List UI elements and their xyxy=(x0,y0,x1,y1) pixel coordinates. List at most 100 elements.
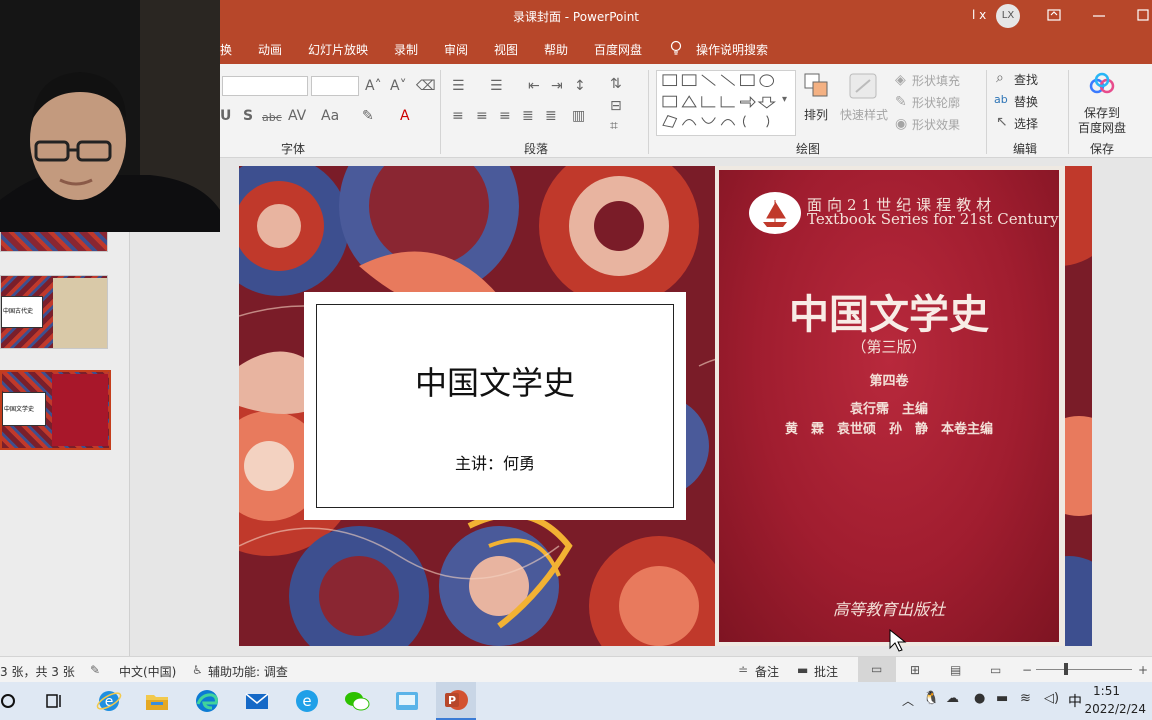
line-spacing-icon[interactable]: ↕ xyxy=(574,78,586,94)
volume-icon[interactable]: ◁) xyxy=(1044,691,1059,706)
quick-styles-icon[interactable] xyxy=(848,72,878,100)
qq-icon[interactable]: 🐧 xyxy=(923,691,939,706)
slide-thumbnail-3[interactable]: 中国文学史 xyxy=(0,370,111,450)
shadow-icon[interactable]: S xyxy=(243,108,253,124)
zoom-out-icon[interactable]: − xyxy=(1022,663,1032,677)
tab-view[interactable]: 视图 xyxy=(494,41,518,58)
zoom-slider[interactable] xyxy=(1036,669,1132,670)
network-icon[interactable]: ≋ xyxy=(1020,691,1031,706)
font-name-combo[interactable] xyxy=(222,76,308,96)
font-size-combo[interactable] xyxy=(311,76,359,96)
quick-styles-button[interactable]: 快速样式 xyxy=(840,106,888,123)
shape-fill-button[interactable]: 形状填充 xyxy=(912,72,960,89)
language-indicator[interactable]: 中文(中国) xyxy=(119,663,176,680)
arrange-icon[interactable] xyxy=(803,72,831,100)
slide-thumbnail-2[interactable]: 中国古代史 xyxy=(0,275,108,349)
find-button[interactable]: 查找 xyxy=(1014,71,1038,88)
align-text-icon[interactable]: ⊟ xyxy=(610,98,622,114)
task-view-icon[interactable] xyxy=(44,690,66,712)
tab-review[interactable]: 审阅 xyxy=(444,41,468,58)
current-slide[interactable]: 中国文学史 主讲：何勇 面向21世纪课程教材 Textbook Series f… xyxy=(239,166,1092,646)
clock-time[interactable]: 1:51 xyxy=(1093,684,1120,698)
user-name[interactable]: l x xyxy=(972,8,986,22)
avatar[interactable]: LX xyxy=(996,4,1020,28)
slideshow-icon[interactable]: ▭ xyxy=(990,663,1001,677)
ime-indicator[interactable]: 中 xyxy=(1068,691,1082,711)
baidu-cloud-icon[interactable] xyxy=(1088,72,1116,96)
ribbon-display-icon[interactable] xyxy=(1045,6,1063,24)
highlight-icon[interactable]: ✎ xyxy=(362,108,374,124)
bullets-icon[interactable]: ☰ xyxy=(452,78,465,94)
tab-slideshow[interactable]: 幻灯片放映 xyxy=(308,41,368,58)
clear-format-icon[interactable]: ⌫ xyxy=(416,78,436,94)
align-left-icon[interactable]: ≡ xyxy=(452,108,464,124)
save-to-baidu-button-line2[interactable]: 百度网盘 xyxy=(1078,119,1126,136)
tab-animations[interactable]: 动画 xyxy=(258,41,282,58)
distributed-icon[interactable]: ≣ xyxy=(545,108,557,124)
underline-icon[interactable]: U xyxy=(220,108,231,124)
zoom-slider-thumb[interactable] xyxy=(1064,663,1068,675)
edge-icon[interactable] xyxy=(192,686,222,716)
increase-indent-icon[interactable]: ⇥ xyxy=(551,78,563,94)
smartart-icon[interactable]: ⌗ xyxy=(610,118,618,134)
accessibility-status[interactable]: 辅助功能: 调查 xyxy=(208,663,288,680)
shape-outline-icon[interactable]: ✎ xyxy=(895,94,907,110)
show-hidden-icons[interactable]: ︿ xyxy=(902,692,914,709)
find-icon[interactable]: ⌕ xyxy=(996,70,1004,86)
select-button[interactable]: 选择 xyxy=(1014,115,1038,132)
char-spacing-icon[interactable]: AV xyxy=(288,108,306,124)
clock-date[interactable]: 2022/2/24 xyxy=(1084,702,1146,716)
minimize-icon[interactable] xyxy=(1090,6,1108,24)
align-right-icon[interactable]: ≡ xyxy=(499,108,511,124)
font-color-icon[interactable]: A xyxy=(400,108,410,124)
zoom-in-icon[interactable]: + xyxy=(1138,663,1148,677)
slide-sorter-icon[interactable]: ⊞ xyxy=(910,663,920,677)
tab-transitions[interactable]: 换 xyxy=(220,41,232,58)
slide-title[interactable]: 中国文学史 xyxy=(304,358,686,404)
tab-baidu-netdisk[interactable]: 百度网盘 xyxy=(594,41,642,58)
grow-font-icon[interactable]: A˄ xyxy=(365,78,382,94)
replace-button[interactable]: 替换 xyxy=(1014,93,1038,110)
battery-icon[interactable]: ▬ xyxy=(996,691,1008,706)
columns-icon[interactable]: ▥ xyxy=(572,108,585,124)
tell-me-search[interactable]: 操作说明搜索 xyxy=(696,41,768,58)
powerpoint-taskbar-item[interactable]: P xyxy=(436,682,476,720)
cloud-icon[interactable]: ☁ xyxy=(946,691,959,706)
shape-outline-button[interactable]: 形状轮廓 xyxy=(912,94,960,111)
microphone-icon[interactable]: ● xyxy=(974,691,985,706)
select-icon[interactable]: ↖ xyxy=(996,114,1008,130)
search-icon[interactable] xyxy=(0,690,16,712)
ie-icon[interactable]: e xyxy=(94,686,124,716)
shape-effects-icon[interactable]: ◉ xyxy=(895,116,907,132)
comments-button[interactable]: 批注 xyxy=(814,663,838,680)
replace-icon[interactable]: ab xyxy=(994,92,1008,108)
maximize-icon[interactable] xyxy=(1134,6,1152,24)
shape-effects-button[interactable]: 形状效果 xyxy=(912,116,960,133)
mail-icon[interactable] xyxy=(242,686,272,716)
gallery-more-icon[interactable]: ▾ xyxy=(782,92,787,108)
text-direction-icon[interactable]: ⇅ xyxy=(610,76,622,92)
slide-subtitle[interactable]: 主讲：何勇 xyxy=(304,450,686,474)
shape-fill-icon[interactable]: ◈ xyxy=(895,72,906,88)
notes-button[interactable]: 备注 xyxy=(755,663,779,680)
spelling-icon[interactable]: ✎ xyxy=(90,663,100,677)
tab-help[interactable]: 帮助 xyxy=(544,41,568,58)
align-center-icon[interactable]: ≡ xyxy=(476,108,488,124)
reading-view-icon[interactable]: ▤ xyxy=(950,663,961,677)
numbering-icon[interactable]: ☰ xyxy=(490,78,503,94)
wechat-icon[interactable] xyxy=(342,686,372,716)
browser-e-icon[interactable]: e xyxy=(292,686,322,716)
decrease-indent-icon[interactable]: ⇤ xyxy=(528,78,540,94)
justify-icon[interactable]: ≣ xyxy=(522,108,534,124)
tab-record[interactable]: 录制 xyxy=(394,41,418,58)
change-case-icon[interactable]: Aa xyxy=(321,108,339,124)
remote-app-icon[interactable] xyxy=(392,686,422,716)
arrange-button[interactable]: 排列 xyxy=(804,106,828,123)
book-cover-photo[interactable]: 面向21世纪课程教材 Textbook Series for 21st Cent… xyxy=(715,166,1065,646)
normal-view-button[interactable]: ▭ xyxy=(858,657,896,683)
file-explorer-icon[interactable] xyxy=(142,686,172,716)
strikethrough-icon[interactable]: abc xyxy=(262,110,282,126)
shapes-gallery[interactable] xyxy=(656,70,796,136)
shrink-font-icon[interactable]: A˅ xyxy=(390,78,407,94)
slide-thumbnail-pane[interactable]: 中国古代史 中国文学史 xyxy=(0,158,130,656)
